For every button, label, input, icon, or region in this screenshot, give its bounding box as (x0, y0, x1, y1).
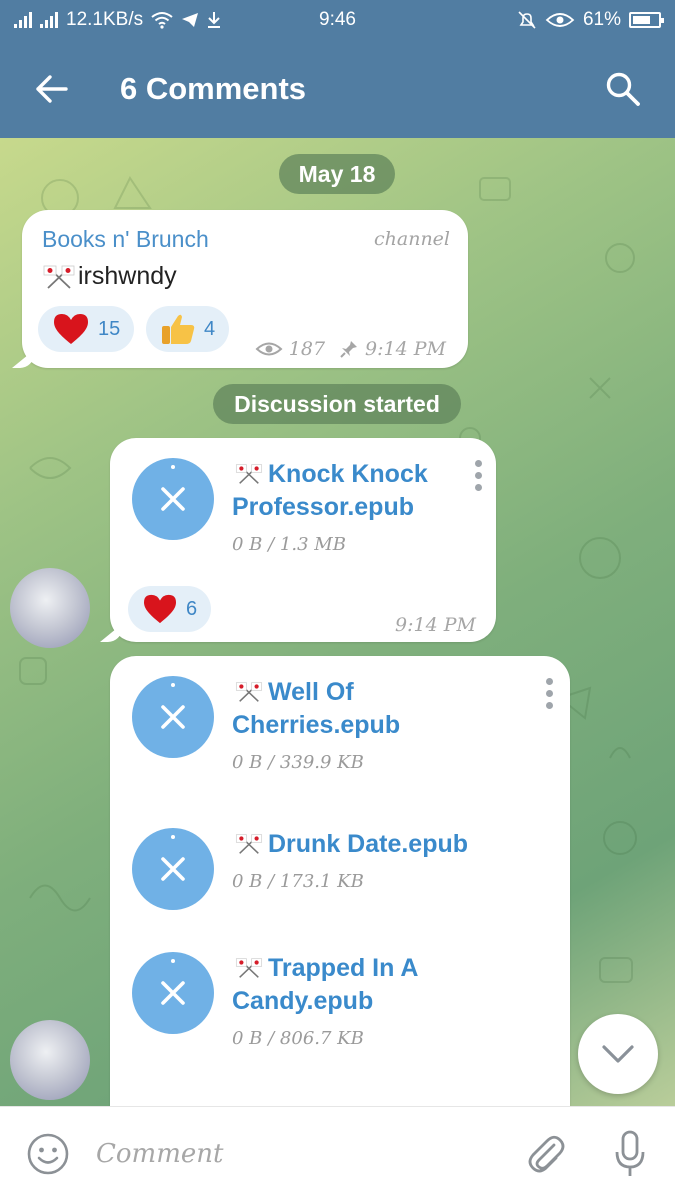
reaction-count: 15 (98, 317, 121, 340)
file-size: 0 B / 1.3 MB (232, 534, 346, 555)
microphone-button[interactable] (585, 1107, 675, 1200)
page-title: 6 Comments (120, 71, 307, 106)
status-left: 12.1KB/s (14, 9, 221, 31)
chevron-down-icon (602, 1045, 634, 1063)
app-header: 6 Comments (0, 40, 675, 138)
battery-percent: 61% (582, 9, 621, 30)
file-info: Knock Knock Professor.epub 0 B / 1.3 MB (232, 458, 462, 555)
file-info: Well Of Cherries.epub 0 B / 339.9 KB (232, 676, 462, 773)
flags-icon (235, 464, 263, 484)
cancel-download-button[interactable] (132, 676, 214, 758)
file-attachment[interactable]: Drunk Date.epub 0 B / 173.1 KB (132, 828, 512, 910)
more-options-icon[interactable] (543, 678, 555, 709)
file-name-text: Drunk Date.epub (268, 830, 469, 858)
more-options-icon[interactable] (472, 460, 484, 491)
avatar[interactable] (10, 1020, 90, 1100)
download-icon (208, 12, 221, 28)
file-name[interactable]: Trapped In A Candy.epub (232, 952, 462, 1018)
channel-label: channel (374, 228, 450, 250)
message-time: 9:14 PM (395, 614, 476, 636)
wifi-icon (151, 12, 173, 29)
file-name[interactable]: Drunk Date.epub (232, 828, 512, 861)
battery-icon (629, 12, 664, 28)
smiley-icon (27, 1133, 69, 1174)
post-text-content: irshwndy (78, 262, 177, 290)
back-button[interactable] (0, 40, 104, 138)
bell-muted-icon (518, 11, 536, 29)
network-speed: 12.1KB/s (66, 9, 144, 30)
close-icon (161, 705, 185, 729)
telegram-icon (182, 13, 199, 27)
flags-icon (235, 834, 263, 854)
attach-button[interactable] (505, 1107, 585, 1200)
heart-icon (54, 314, 88, 344)
signal-icon (14, 12, 32, 28)
close-icon (161, 487, 185, 511)
file-size: 0 B / 806.7 KB (232, 1028, 364, 1049)
post-meta: 187 9:14 PM (255, 338, 446, 360)
message-bubble[interactable]: Knock Knock Professor.epub 0 B / 1.3 MB … (110, 438, 496, 642)
date-pill: May 18 (279, 154, 395, 194)
heart-icon (144, 594, 176, 624)
reaction-heart[interactable]: 15 (38, 306, 135, 352)
views-eye-icon (255, 342, 283, 356)
emoji-button[interactable] (0, 1107, 96, 1200)
file-size: 0 B / 339.9 KB (232, 752, 364, 773)
file-name[interactable]: Well Of Cherries.epub (232, 676, 462, 742)
signal-icon-2 (40, 12, 58, 28)
message-bubble[interactable]: Well Of Cherries.epub 0 B / 339.9 KB Dru… (110, 656, 570, 1106)
post-text: irshwndy (42, 262, 177, 291)
reaction-count: 4 (204, 317, 216, 340)
scroll-down-button[interactable] (578, 1014, 658, 1094)
reaction-thumbs-up[interactable]: 4 (146, 306, 230, 352)
status-right: 61% (517, 9, 664, 31)
search-button[interactable] (571, 40, 675, 138)
file-size: 0 B / 173.1 KB (232, 871, 364, 892)
file-attachment[interactable]: Well Of Cherries.epub 0 B / 339.9 KB (132, 676, 462, 773)
flags-icon (43, 265, 75, 289)
channel-post-bubble[interactable]: Books n' Brunch channel irshwndy 15 4 18… (22, 210, 468, 368)
views-count: 187 (288, 338, 326, 360)
comment-input[interactable] (96, 1123, 476, 1184)
message-time-text: 9:14 PM (395, 614, 476, 636)
chat-area[interactable]: May 18 Books n' Brunch channel irshwndy … (0, 138, 675, 1106)
channel-name[interactable]: Books n' Brunch (42, 226, 209, 253)
cancel-download-button[interactable] (132, 828, 214, 910)
search-icon (606, 72, 640, 106)
microphone-icon (615, 1130, 645, 1176)
cancel-download-button[interactable] (132, 458, 214, 540)
post-time: 9:14 PM (365, 338, 446, 360)
avatar[interactable] (10, 568, 90, 648)
file-attachment[interactable]: Trapped In A Candy.epub 0 B / 806.7 KB (132, 952, 462, 1049)
pin-icon (340, 341, 358, 358)
cancel-download-button[interactable] (132, 952, 214, 1034)
file-info: Drunk Date.epub 0 B / 173.1 KB (232, 828, 512, 910)
file-name[interactable]: Knock Knock Professor.epub (232, 458, 462, 524)
paperclip-icon (528, 1135, 565, 1172)
flags-icon (235, 958, 263, 978)
reaction-heart[interactable]: 6 (128, 586, 212, 632)
close-icon (161, 981, 185, 1005)
status-bar: 12.1KB/s 9:46 61% (0, 0, 675, 40)
close-icon (161, 857, 185, 881)
thumbs-up-icon (162, 314, 195, 344)
flags-icon (235, 682, 263, 702)
service-message: Discussion started (213, 384, 461, 424)
reaction-count: 6 (186, 597, 198, 620)
file-attachment[interactable]: Knock Knock Professor.epub 0 B / 1.3 MB (132, 458, 462, 555)
file-info: Trapped In A Candy.epub 0 B / 806.7 KB (232, 952, 462, 1049)
arrow-left-icon (36, 75, 68, 103)
eye-icon (545, 13, 575, 27)
comment-bar (0, 1106, 675, 1200)
